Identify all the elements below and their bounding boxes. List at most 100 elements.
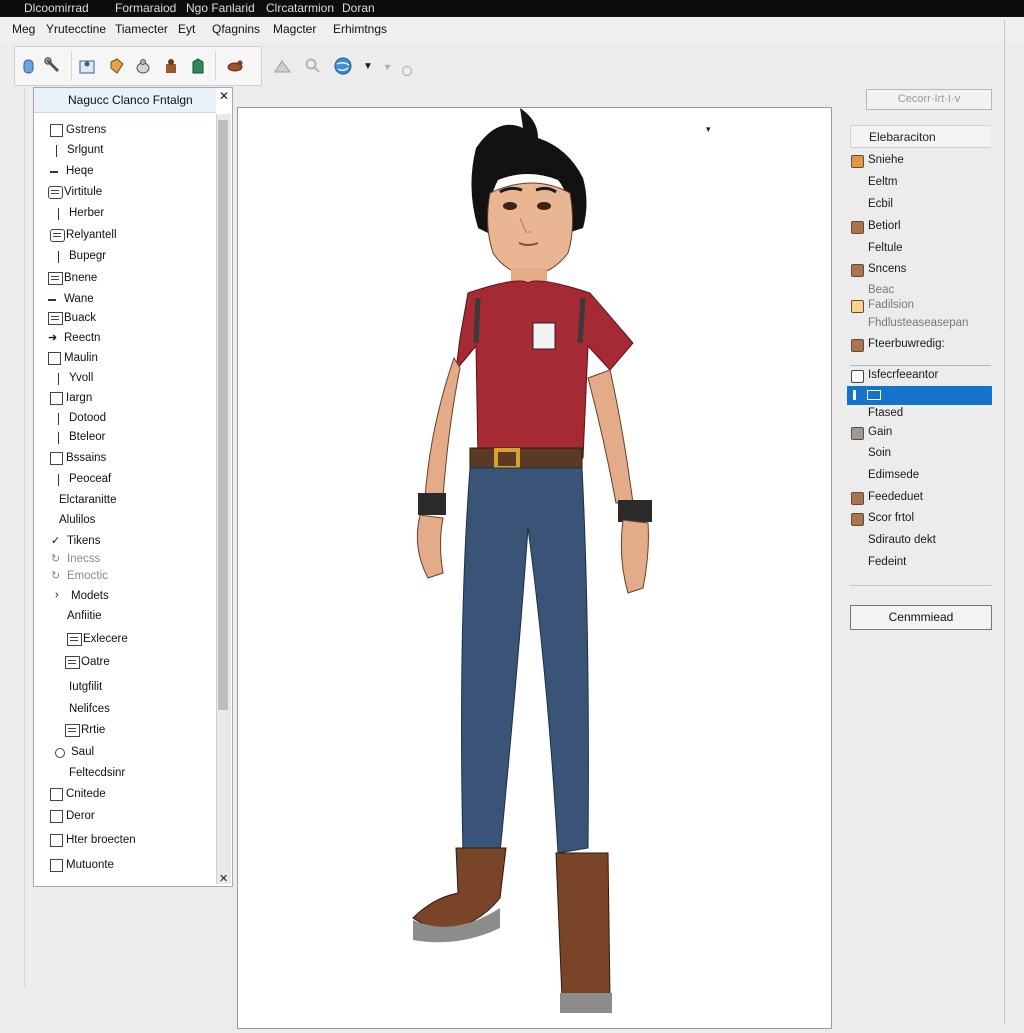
tree-item[interactable]: ✓ Tikens <box>34 533 214 551</box>
tree-item[interactable]: Heqe <box>34 163 214 181</box>
tree-item[interactable]: Relyantell <box>34 227 214 245</box>
gear-icon <box>50 229 65 242</box>
tree-item[interactable]: Iargn <box>34 390 214 408</box>
menu-item-3[interactable]: Tiamecter <box>115 22 168 36</box>
tree-item[interactable]: Hter broecten <box>34 832 214 850</box>
tree-item[interactable]: Bssains <box>34 450 214 468</box>
commit-button[interactable]: Cenmmiead <box>850 605 992 630</box>
tree-item[interactable]: Herber <box>34 205 214 223</box>
property-row[interactable]: Feededuet <box>850 489 992 507</box>
tree-item-label: Reectn <box>64 332 101 344</box>
property-row[interactable]: Fadilsion <box>850 297 992 315</box>
tree-item[interactable]: Peoceaf <box>34 471 214 489</box>
tree-item[interactable]: Bupegr <box>34 248 214 266</box>
tree-item-label: Virtitule <box>64 186 103 198</box>
circle-icon[interactable] <box>402 66 412 76</box>
wrench-icon[interactable] <box>43 56 63 76</box>
tree-item[interactable]: › Modets <box>34 588 214 606</box>
menu-bar: Meg Yrutecctine Tiamecter Eyt Qfagnins M… <box>0 17 1024 43</box>
sack-icon[interactable] <box>133 56 153 76</box>
tree-item[interactable]: Feltecdsinr <box>34 765 214 783</box>
person-icon[interactable] <box>161 56 181 76</box>
tree-item[interactable]: Nelifces <box>34 701 214 719</box>
menu-item-6[interactable]: Magcter <box>273 22 316 36</box>
menu-item-1[interactable]: Meg <box>12 22 35 36</box>
menu-item-4[interactable]: Eyt <box>178 22 195 36</box>
outliner-scroll-thumb[interactable] <box>218 120 228 710</box>
property-row[interactable]: Gain <box>850 424 992 442</box>
property-row[interactable]: Betiorl <box>850 218 992 236</box>
tree-item[interactable]: Elctaranitte <box>34 492 214 510</box>
tree-item[interactable]: ↻ Emoctic <box>34 568 214 586</box>
dropdown-arrow-icon[interactable]: ▼ <box>363 61 373 72</box>
tree-item[interactable]: Iutgfilit <box>34 679 214 697</box>
tree-item[interactable]: Saul <box>34 744 214 762</box>
color-swatch-icon <box>851 300 864 313</box>
triangle-icon[interactable]: ▼ <box>383 62 392 72</box>
tree-item[interactable]: Dotood <box>34 410 214 428</box>
property-row[interactable]: Fedeint <box>850 554 992 572</box>
tree-item-label: Dotood <box>69 412 107 424</box>
selected-property-row[interactable] <box>847 386 992 405</box>
property-row[interactable]: Fhdlusteaseasepan <box>850 315 992 333</box>
tree-item[interactable]: Mutuonte <box>34 857 214 875</box>
property-row[interactable]: Sdirauto dekt <box>850 532 992 550</box>
color-swatch-icon <box>851 264 864 277</box>
tree-item[interactable]: Gstrens <box>34 122 214 140</box>
globe-icon[interactable] <box>333 56 353 76</box>
outliner-header: Nagucc Clanco Fntalgn <box>34 88 216 113</box>
tree-item[interactable]: Srlgunt <box>34 142 214 160</box>
search-input[interactable]: Cecorr·Irt·I·v <box>866 89 992 110</box>
tree-item[interactable]: Rrtie <box>34 722 214 740</box>
viewport-canvas[interactable] <box>237 107 832 1029</box>
cursor-icon[interactable] <box>19 56 39 76</box>
property-row[interactable]: Scor frtol <box>850 510 992 528</box>
property-row[interactable]: Edimsede <box>850 467 992 485</box>
shirt-icon[interactable] <box>188 56 208 76</box>
tree-item[interactable]: Alulilos <box>34 512 214 530</box>
selected-header-row[interactable]: Isfecrfeeantor <box>850 367 992 385</box>
menu-item-7[interactable]: Erhimtngs <box>333 22 387 36</box>
magnifier-icon[interactable] <box>303 56 323 76</box>
tree-item[interactable]: Anfiitie <box>34 608 214 626</box>
tree-item[interactable]: Buack <box>34 310 214 328</box>
close-icon[interactable]: ✕ <box>219 89 229 103</box>
tree-item[interactable]: Oatre <box>34 654 214 672</box>
tree-item-label: Relyantell <box>66 229 117 241</box>
horse-icon[interactable] <box>225 56 245 76</box>
divider <box>850 365 991 366</box>
tree-item[interactable]: Yvoll <box>34 370 214 388</box>
property-row[interactable]: Eeltm <box>850 174 992 192</box>
close-icon-bottom[interactable]: ✕ <box>219 872 228 885</box>
mountain-icon[interactable] <box>273 56 293 76</box>
tree-item[interactable]: Deror <box>34 808 214 826</box>
property-row[interactable]: Ecbil <box>850 196 992 214</box>
menu-item-2[interactable]: Yrutecctine <box>46 22 106 36</box>
tree-item[interactable]: Bteleor <box>34 429 214 447</box>
tree-item[interactable]: Bnene <box>34 270 214 288</box>
tree-item-label: Maulin <box>64 352 98 364</box>
property-row[interactable]: Sniehe <box>850 152 992 170</box>
property-label: Feededuet <box>868 491 923 503</box>
tree-item[interactable]: Exlecere <box>34 631 214 649</box>
menu-item-5[interactable]: Qfagnins <box>212 22 260 36</box>
tree-item[interactable]: Cnitede <box>34 786 214 804</box>
property-row[interactable]: Soin <box>850 445 992 463</box>
property-row[interactable]: Fteerbuwredig: <box>850 336 992 354</box>
tree-item[interactable]: ➜ Reectn <box>34 330 214 348</box>
property-label: Gain <box>868 426 893 438</box>
figure-icon[interactable] <box>77 56 97 76</box>
property-row[interactable]: Feltule <box>850 240 992 258</box>
property-row[interactable]: Sncens <box>850 261 992 279</box>
tree-item-label: Bnene <box>64 272 98 284</box>
tag-icon[interactable] <box>107 56 127 76</box>
tree-item-label: Bupegr <box>69 250 107 262</box>
property-row[interactable]: Ftased <box>850 405 992 423</box>
checkbox-icon <box>50 452 63 465</box>
tree-item[interactable]: Maulin <box>34 350 214 368</box>
tree-item[interactable]: Wane <box>34 291 214 309</box>
tree-item[interactable]: ↻ Inecss <box>34 551 214 569</box>
color-swatch-icon <box>851 492 864 505</box>
tree-item-label: Iutgfilit <box>69 681 103 693</box>
tree-item[interactable]: Virtitule <box>34 184 214 202</box>
